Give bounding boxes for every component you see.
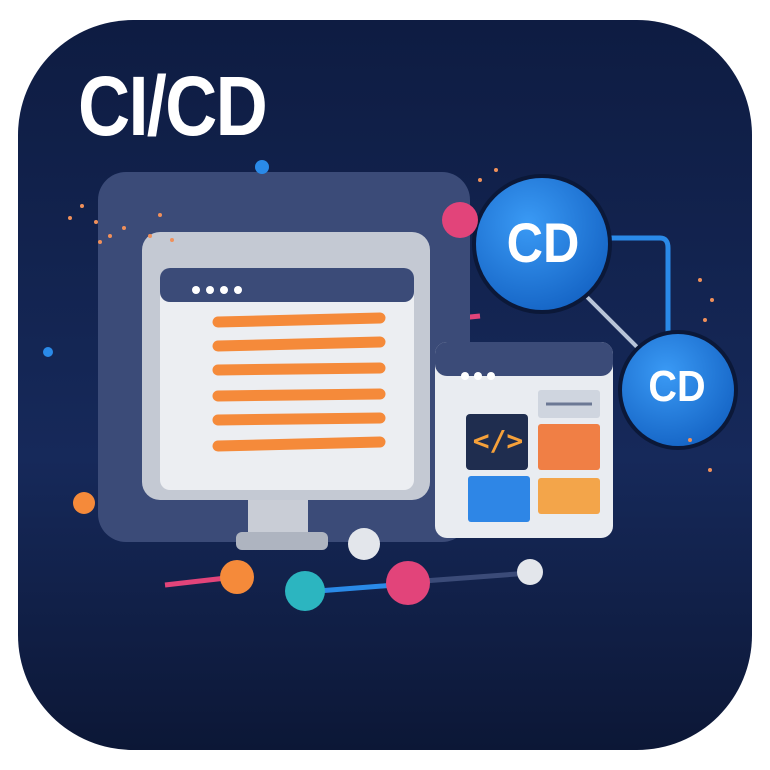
blue-tile	[468, 476, 530, 522]
dashboard-titlebar	[435, 342, 613, 376]
browser-titlebar	[160, 268, 414, 302]
cd-node-label: CD	[506, 211, 580, 274]
cd-node-label: CD	[648, 362, 706, 411]
window-dots	[461, 372, 495, 380]
code-icon: </>	[472, 424, 524, 457]
app-title: CI/CD	[78, 59, 268, 153]
orange-tile	[538, 424, 600, 470]
monitor-base	[236, 532, 328, 550]
yellow-tile	[538, 478, 600, 514]
